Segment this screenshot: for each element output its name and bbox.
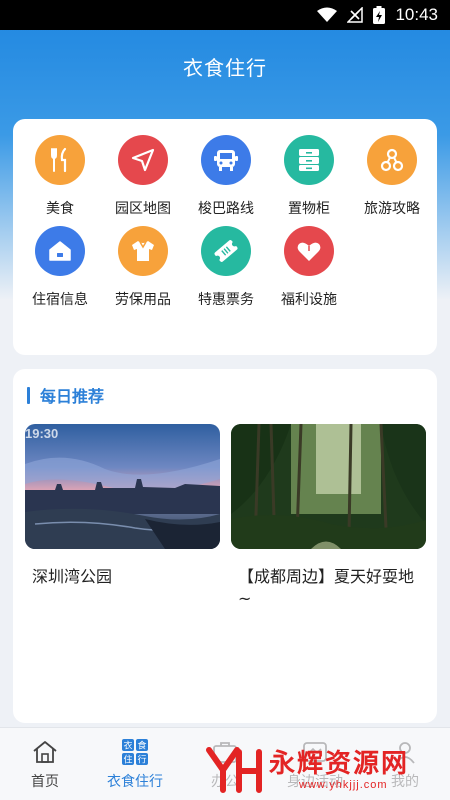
home-icon: [35, 226, 85, 276]
watermark-main-text: 永辉资源网: [269, 749, 410, 779]
shirt-icon: [118, 226, 168, 276]
svg-text:食: 食: [137, 740, 146, 752]
services-grid: 美食 园区地图 梭巴路线 置物柜 旅游攻略 住宿信息 劳保用品 特惠票务 福利设…: [13, 135, 437, 309]
service-label: 园区地图: [115, 201, 171, 217]
page-title: 衣食住行: [183, 55, 267, 80]
utensils-icon: [35, 135, 85, 185]
travel-icon: [367, 135, 417, 185]
heart-icon: [284, 226, 334, 276]
wifi-icon: [317, 7, 338, 22]
section-header: 每日推荐: [27, 383, 104, 407]
service-discount-tickets[interactable]: 特惠票务: [185, 226, 267, 309]
clothing-food-housing-travel-icon: 衣 食 住 行: [120, 737, 150, 767]
bus-icon: [201, 135, 251, 185]
service-label: 劳保用品: [115, 292, 171, 308]
service-label: 置物柜: [288, 201, 330, 217]
status-time: 10:43: [395, 5, 438, 24]
svg-text:住: 住: [123, 754, 132, 766]
no-signal-icon: [347, 7, 364, 23]
navigation-arrow-icon: [118, 135, 168, 185]
tab-home[interactable]: 首页: [0, 728, 90, 800]
service-label: 福利设施: [281, 292, 337, 308]
forest-image: [231, 424, 426, 549]
recommend-item-shenzhen-bay[interactable]: 19:30 深圳湾公园: [25, 424, 220, 588]
status-bar: 10:43: [0, 0, 450, 30]
site-watermark: 永辉资源网 www.yhkjjj.com: [205, 740, 450, 800]
tab-label: 衣食住行: [107, 774, 163, 790]
service-shuttle-route[interactable]: 梭巴路线: [185, 135, 267, 218]
recommend-item-chengdu-outskirts[interactable]: 【成都周边】夏天好耍地~: [231, 424, 426, 610]
watermark-url: www.yhkjjj.com: [299, 779, 388, 791]
service-label: 旅游攻略: [364, 201, 420, 217]
daily-recommend-card: 每日推荐 19:30 深圳湾公园 【成都周边】夏天好耍地~: [13, 369, 437, 723]
service-label: 住宿信息: [32, 292, 88, 308]
services-card: 美食 园区地图 梭巴路线 置物柜 旅游攻略 住宿信息 劳保用品 特惠票务 福利设…: [13, 119, 437, 355]
service-label: 特惠票务: [198, 292, 254, 308]
section-title: 每日推荐: [40, 387, 105, 406]
battery-charging-icon: [373, 6, 386, 24]
service-locker[interactable]: 置物柜: [268, 135, 350, 218]
section-accent-bar: [27, 386, 30, 404]
svg-text:行: 行: [137, 754, 146, 766]
service-travel-guide[interactable]: 旅游攻略: [351, 135, 433, 218]
home-outline-icon: [30, 737, 60, 767]
image-timestamp: 19:30: [25, 426, 59, 441]
ticket-icon: [201, 226, 251, 276]
service-food[interactable]: 美食: [19, 135, 101, 218]
watermark-logo-icon: [206, 747, 262, 793]
service-label: 美食: [46, 201, 74, 217]
service-accommodation[interactable]: 住宿信息: [19, 226, 101, 309]
tab-clothing-food-housing-travel[interactable]: 衣 食 住 行 衣食住行: [90, 728, 180, 800]
tab-label: 首页: [31, 774, 59, 790]
sunset-bay-image: 19:30: [25, 424, 220, 549]
service-work-supplies[interactable]: 劳保用品: [102, 226, 184, 309]
locker-icon: [284, 135, 334, 185]
recommend-item-title: 深圳湾公园: [32, 567, 113, 586]
watermark-text: 永辉资源网 www.yhkjjj.com: [269, 749, 409, 791]
recommend-item-title: 【成都周边】夏天好耍地~: [238, 567, 415, 608]
service-campus-map[interactable]: 园区地图: [102, 135, 184, 218]
service-welfare-facilities[interactable]: 福利设施: [268, 226, 350, 309]
service-label: 梭巴路线: [198, 201, 254, 217]
svg-text:衣: 衣: [123, 740, 132, 752]
